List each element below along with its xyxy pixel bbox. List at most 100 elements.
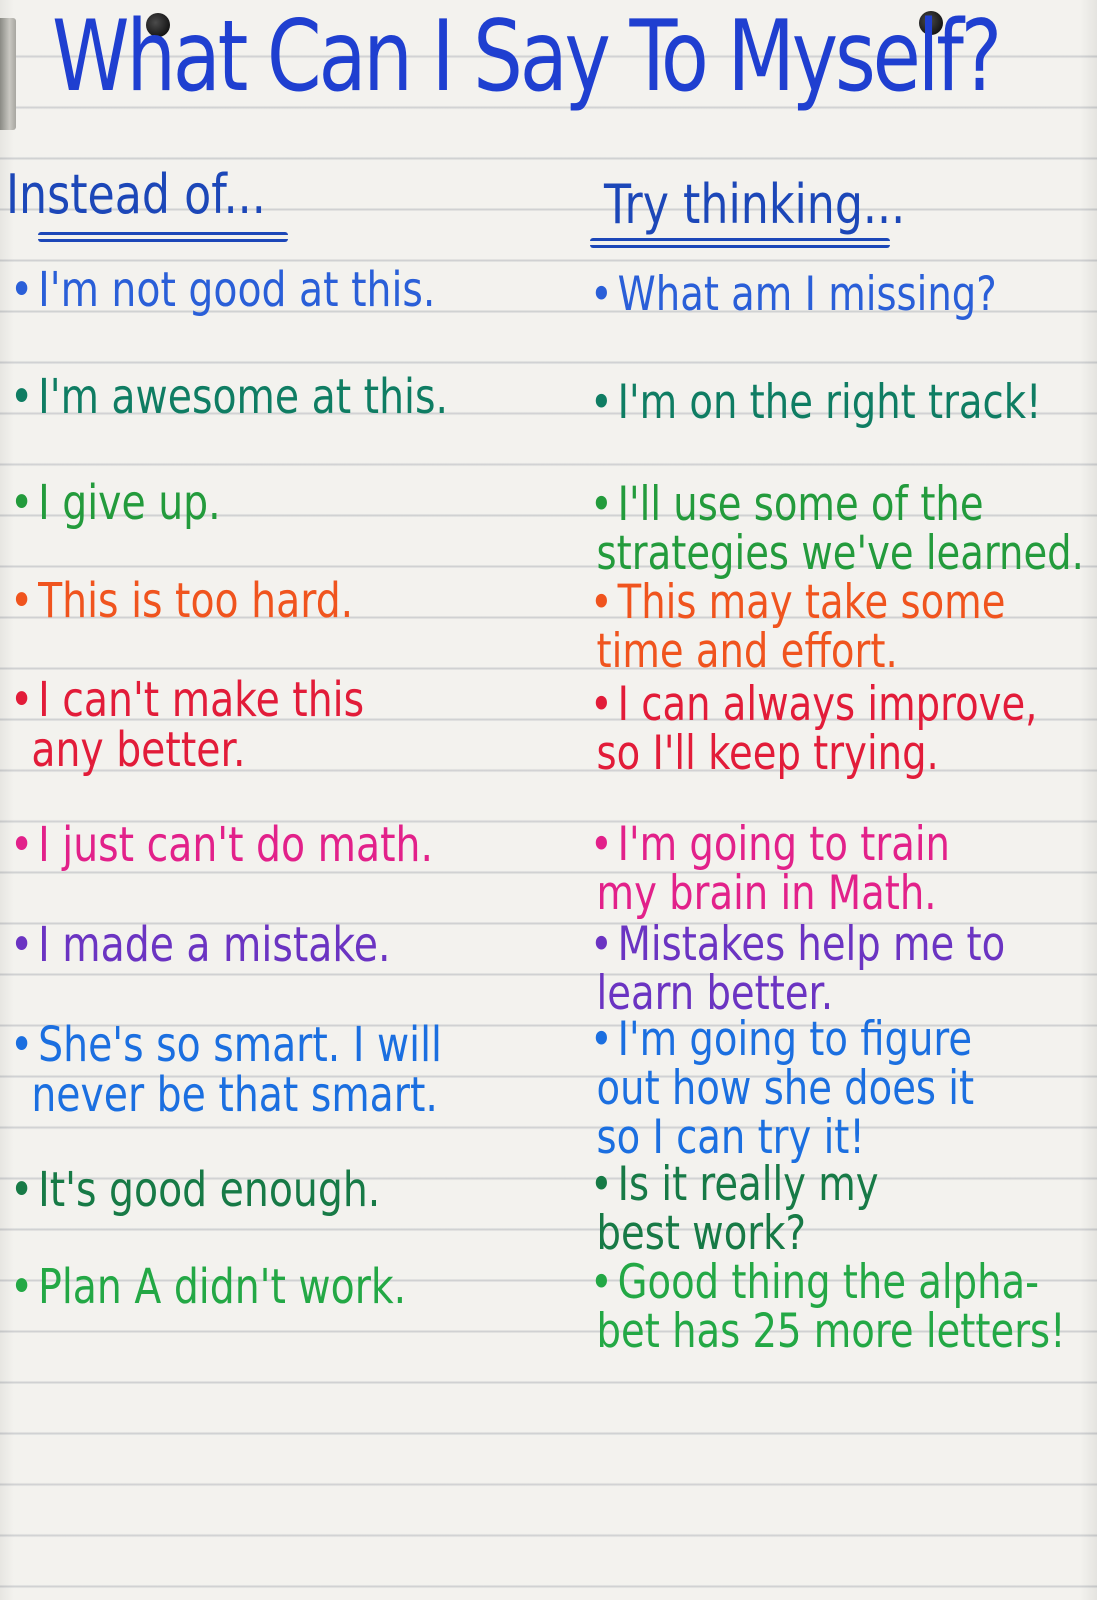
item-line: never be that smart. xyxy=(10,1070,442,1120)
item-text: It's good enough. xyxy=(38,1162,381,1218)
item-text: strategies we've learned. xyxy=(596,526,1084,581)
right-column-header: Try thinking... xyxy=(604,173,906,236)
try-thinking-item: • Mistakes help me to learn better. xyxy=(590,920,1005,1018)
item-line: so I can try it! xyxy=(590,1113,974,1162)
bullet-dot: • xyxy=(590,677,613,732)
bullet-dot: • xyxy=(590,1255,613,1310)
item-line: • I'm going to train xyxy=(590,820,950,869)
easel-clip xyxy=(0,18,16,130)
item-line: bet has 25 more letters! xyxy=(590,1307,1066,1356)
item-text: I'm on the right track! xyxy=(617,375,1042,430)
item-line: • I can't make this xyxy=(10,675,364,725)
try-thinking-item: • Good thing the alpha-bet has 25 more le… xyxy=(590,1258,1066,1356)
try-thinking-item: • What am I missing? xyxy=(590,270,997,319)
bullet-dot: • xyxy=(10,672,34,728)
item-text: This may take some xyxy=(617,575,1006,630)
item-line: • I'm on the right track! xyxy=(590,378,1042,427)
item-text: I can't make this xyxy=(38,672,365,728)
item-text: This is too hard. xyxy=(38,573,354,629)
item-line: strategies we've learned. xyxy=(590,529,1084,578)
item-text: I'm not good at this. xyxy=(38,262,436,318)
try-thinking-item: • I'm on the right track! xyxy=(590,378,1042,427)
item-text: I can always improve, xyxy=(617,677,1038,732)
left-column-header: Instead of... xyxy=(6,163,266,226)
item-line: any better. xyxy=(10,725,364,775)
item-line: • Plan A didn't work. xyxy=(10,1262,406,1312)
bullet-dot: • xyxy=(10,369,34,425)
item-line: • I just can't do math. xyxy=(10,820,433,870)
item-line: • Good thing the alpha- xyxy=(590,1258,1066,1307)
bullet-dot: • xyxy=(590,375,613,430)
instead-of-item: • This is too hard. xyxy=(10,576,353,626)
item-text: Is it really my xyxy=(617,1157,879,1212)
item-text: Mistakes help me to xyxy=(617,917,1006,972)
bullet-dot: • xyxy=(590,917,613,972)
try-thinking-item: • I'll use some of the strategies we've le… xyxy=(590,480,1084,578)
item-text: What am I missing? xyxy=(617,267,997,322)
bullet-dot: • xyxy=(10,917,34,973)
item-text: I'll use some of the xyxy=(617,477,984,532)
item-line: • I can always improve, xyxy=(590,680,1037,729)
instead-of-item: • I can't make this any better. xyxy=(10,675,364,775)
item-text: I'm awesome at this. xyxy=(38,369,448,425)
bullet-dot: • xyxy=(590,817,613,872)
bullet-dot: • xyxy=(10,817,34,873)
try-thinking-item: • I'm going to figure out how she does it s… xyxy=(590,1015,974,1162)
item-text: I'm going to train xyxy=(617,817,950,872)
instead-of-item: • I just can't do math. xyxy=(10,820,433,870)
instead-of-item: • She's so smart. I will never be that sma… xyxy=(10,1020,442,1120)
item-text: I'm going to figure xyxy=(617,1012,973,1067)
bullet-dot: • xyxy=(10,475,34,531)
bullet-dot: • xyxy=(590,575,613,630)
item-line: • I give up. xyxy=(10,478,221,528)
try-thinking-item: • I'm going to train my brain in Math. xyxy=(590,820,950,918)
item-line: so I'll keep trying. xyxy=(590,729,1037,778)
item-line: • Is it really my xyxy=(590,1160,879,1209)
item-text: so I'll keep trying. xyxy=(596,726,939,781)
bullet-dot: • xyxy=(10,573,34,629)
item-line: • Mistakes help me to xyxy=(590,920,1005,969)
item-text: best work? xyxy=(596,1206,806,1261)
item-text: She's so smart. I will xyxy=(38,1017,442,1073)
item-line: • I'll use some of the xyxy=(590,480,1084,529)
instead-of-item: • I give up. xyxy=(10,478,221,528)
item-line: time and effort. xyxy=(590,627,1005,676)
item-text: bet has 25 more letters! xyxy=(596,1304,1066,1359)
item-line: best work? xyxy=(590,1209,879,1258)
item-text: my brain in Math. xyxy=(596,866,937,921)
bullet-dot: • xyxy=(590,477,613,532)
try-thinking-item: • I can always improve, so I'll keep tryin… xyxy=(590,680,1037,778)
bullet-dot: • xyxy=(590,1012,613,1067)
item-line: • I'm going to figure xyxy=(590,1015,974,1064)
item-line: • This is too hard. xyxy=(10,576,353,626)
bullet-dot: • xyxy=(10,262,34,318)
item-line: • It's good enough. xyxy=(10,1165,380,1215)
item-text: I give up. xyxy=(38,475,221,531)
bullet-dot: • xyxy=(590,1157,613,1212)
item-line: • This may take some xyxy=(590,578,1005,627)
item-text: I made a mistake. xyxy=(38,917,391,973)
item-text: any better. xyxy=(31,722,246,778)
instead-of-item: • I'm awesome at this. xyxy=(10,372,448,422)
item-text: Good thing the alpha- xyxy=(617,1255,1040,1310)
instead-of-item: • Plan A didn't work. xyxy=(10,1262,406,1312)
left-header-underline xyxy=(38,232,288,242)
item-text: Plan A didn't work. xyxy=(38,1259,407,1315)
chart-title: What Can I Say To Myself? xyxy=(52,0,1002,114)
item-line: • I'm not good at this. xyxy=(10,265,435,315)
item-line: • I'm awesome at this. xyxy=(10,372,448,422)
instead-of-item: • I'm not good at this. xyxy=(10,265,435,315)
instead-of-item: • I made a mistake. xyxy=(10,920,391,970)
item-line: out how she does it xyxy=(590,1061,975,1116)
item-text: never be that smart. xyxy=(31,1067,438,1123)
bullet-dot: • xyxy=(10,1017,34,1073)
item-line: my brain in Math. xyxy=(590,869,950,918)
try-thinking-item: • This may take some time and effort. xyxy=(590,578,1005,676)
item-text: out how she does it xyxy=(596,1061,975,1116)
right-header-underline xyxy=(590,238,890,248)
anchor-chart-paper: What Can I Say To Myself? Instead of... … xyxy=(0,0,1097,1600)
bullet-dot: • xyxy=(10,1259,34,1315)
item-line: learn better. xyxy=(590,969,1005,1018)
item-line: • She's so smart. I will xyxy=(10,1020,442,1070)
item-text: time and effort. xyxy=(596,624,898,679)
